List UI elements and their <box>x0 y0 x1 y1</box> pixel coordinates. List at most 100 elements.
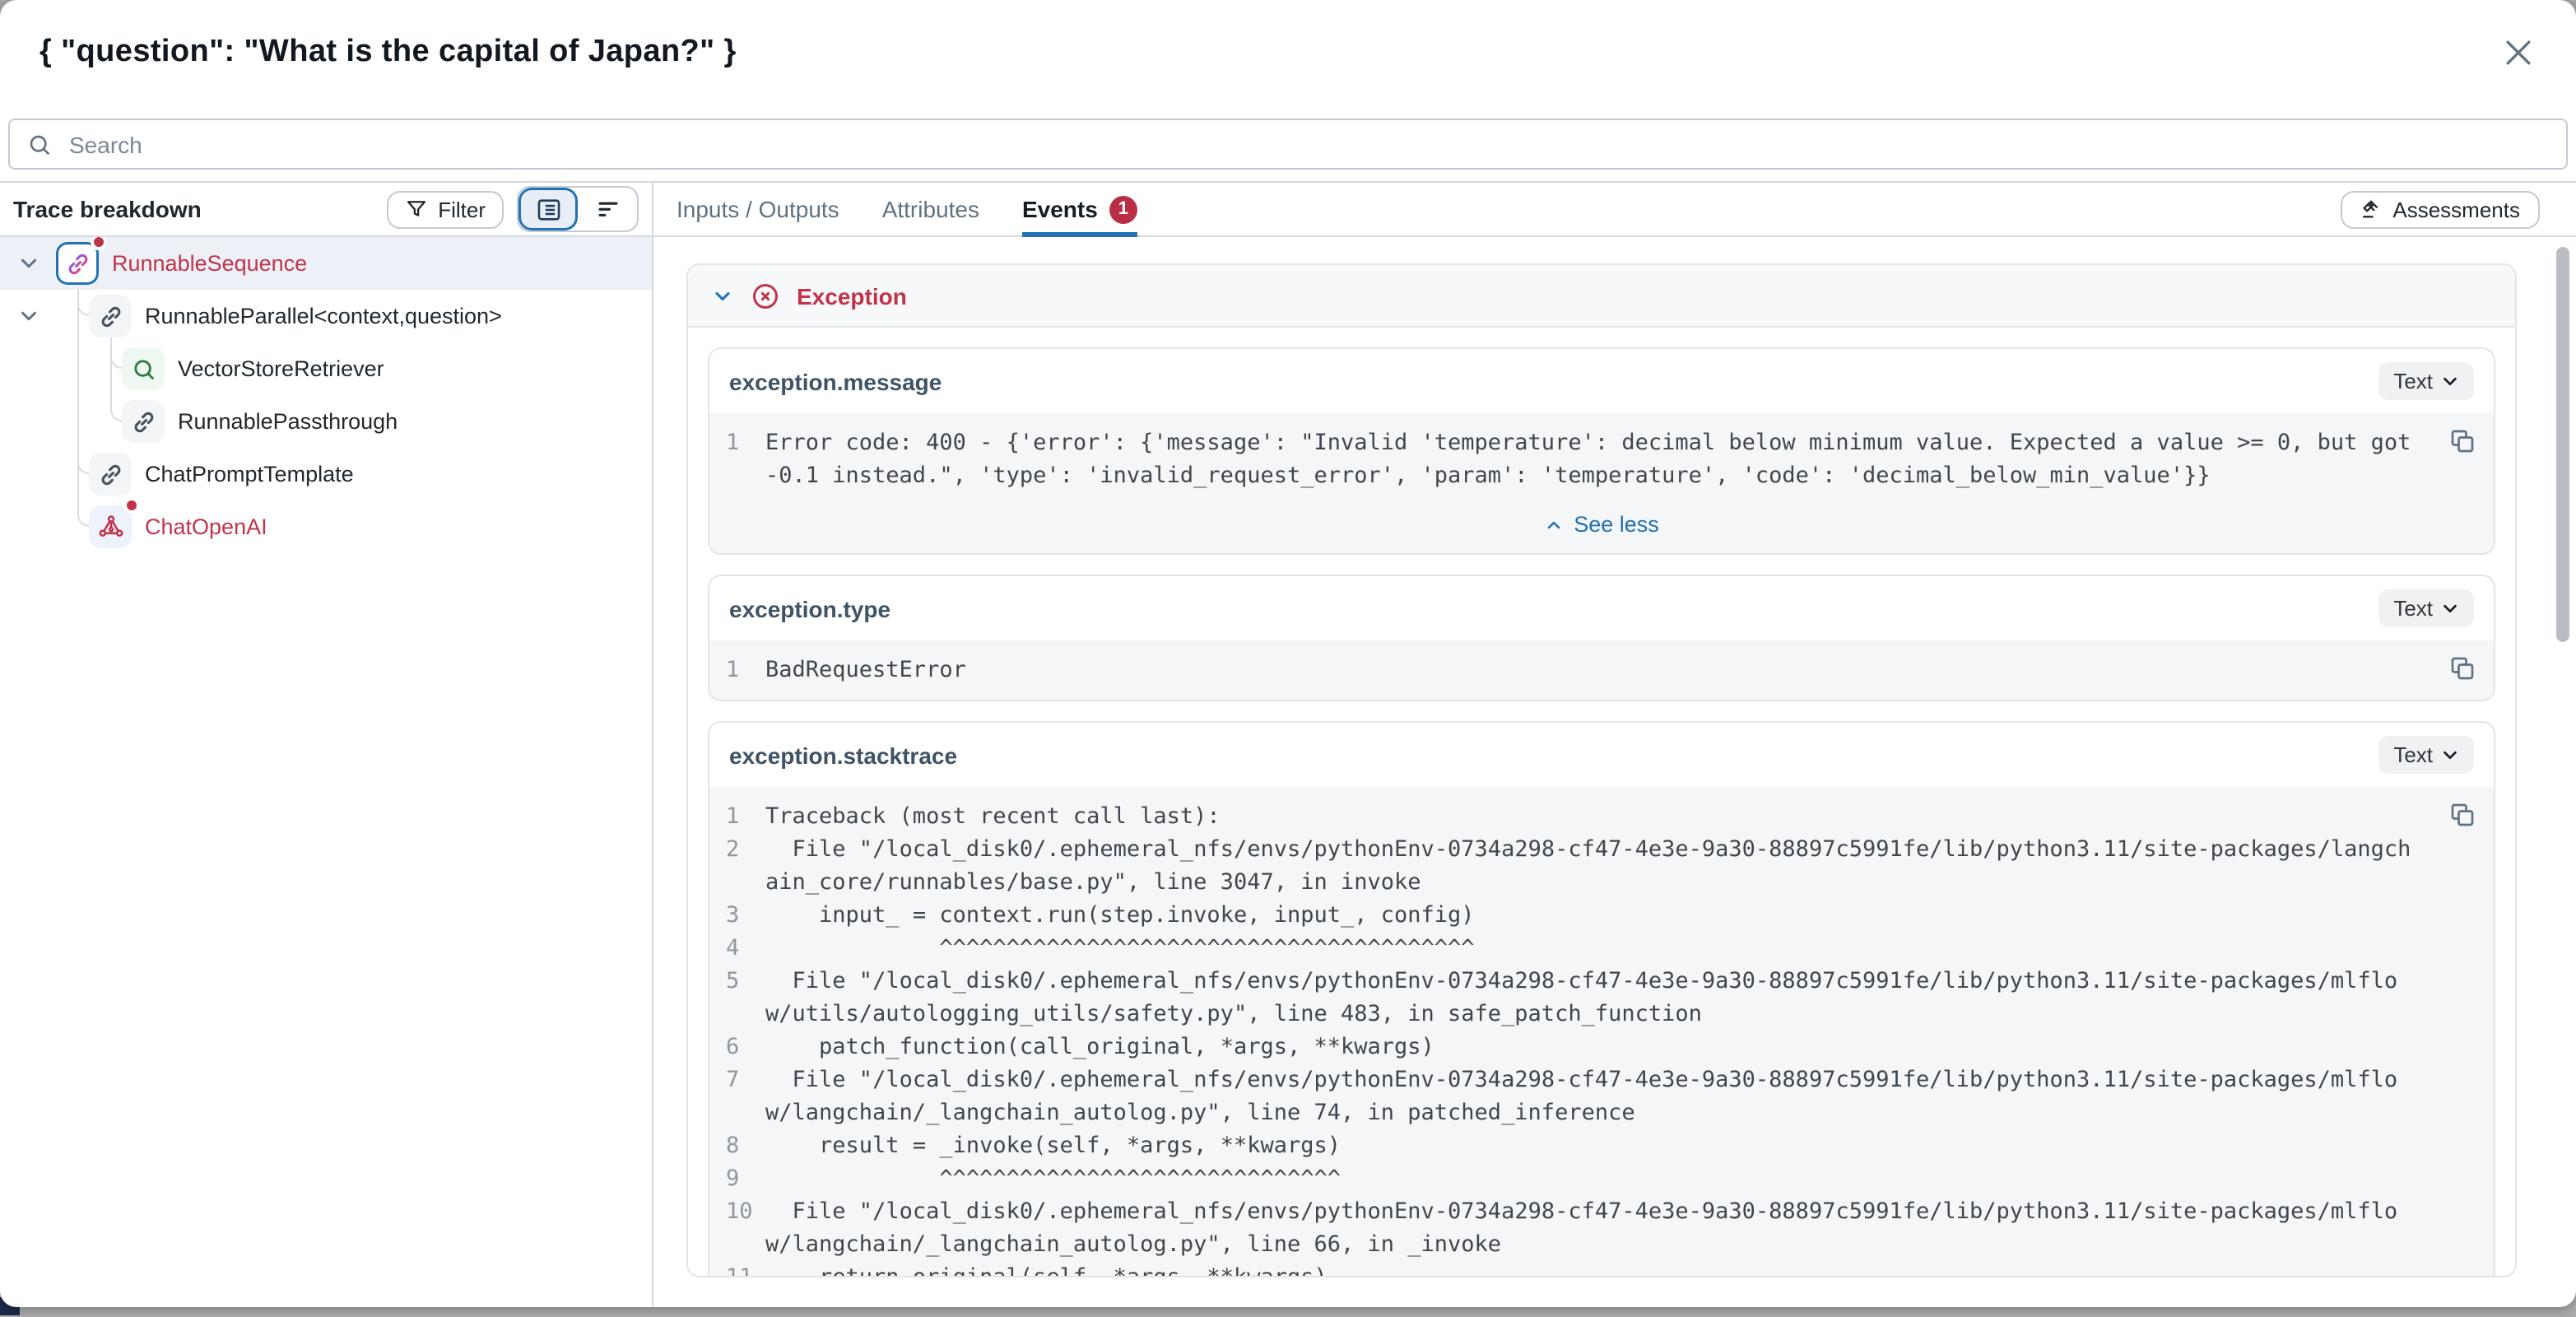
line-text: ^^^^^^^^^^^^^^^^^^^^^^^^^^^^^^ <box>765 1162 2418 1195</box>
attribute-name: exception.stacktrace <box>729 742 957 768</box>
format-dropdown[interactable]: Text <box>2378 589 2474 627</box>
tab-label: Inputs / Outputs <box>677 196 839 222</box>
filter-button-label: Filter <box>438 197 486 221</box>
tree-node-vectorstoreretriever[interactable]: VectorStoreRetriever <box>0 342 652 395</box>
attribute-name: exception.type <box>729 595 890 621</box>
trace-breakdown-header: Trace breakdown Filter <box>0 183 653 235</box>
detail-tabs: Inputs / Outputs Attributes Events 1 Ass… <box>653 183 2576 235</box>
exception-header[interactable]: Exception <box>688 265 2515 328</box>
event-attribute-card-exception-type: exception.type Text 1 BadRequestError <box>708 575 2495 701</box>
line-number: 1 <box>726 800 765 833</box>
line-number: 10 <box>726 1195 765 1261</box>
code-line: 9 ^^^^^^^^^^^^^^^^^^^^^^^^^^^^^^ <box>726 1162 2418 1195</box>
copy-icon[interactable] <box>2448 426 2477 456</box>
line-text: return original(self, *args, **kwargs) <box>765 1261 2418 1277</box>
funnel-icon <box>405 198 428 221</box>
tree-node-chatprompttemplate[interactable]: ChatPromptTemplate <box>0 448 652 500</box>
scrollbar-thumb[interactable] <box>2556 247 2569 642</box>
assessments-button[interactable]: Assessments <box>2340 190 2540 228</box>
line-number: 1 <box>726 654 765 686</box>
error-circle-icon <box>751 281 780 310</box>
close-icon[interactable] <box>2500 35 2536 71</box>
line-number: 6 <box>726 1031 765 1063</box>
code-block: 1 Error code: 400 - {'error': {'message'… <box>709 413 2494 505</box>
chevron-down-icon <box>2441 599 2459 617</box>
exception-container: Exception exception.message Text 1 Error… <box>686 263 2517 1277</box>
trace-modal: { "question": "What is the capital of Ja… <box>0 0 2576 1307</box>
code-block: 1 Traceback (most recent call last): 2 F… <box>709 787 2494 1277</box>
chevron-up-icon <box>1544 514 1564 534</box>
search-input[interactable] <box>66 129 2550 159</box>
format-dropdown[interactable]: Text <box>2378 362 2474 400</box>
tab-inputs-outputs[interactable]: Inputs / Outputs <box>677 183 839 235</box>
tree-node-runnablepassthrough[interactable]: RunnablePassthrough <box>0 395 652 448</box>
line-number: 8 <box>726 1129 765 1162</box>
page-title: { "question": "What is the capital of Ja… <box>40 35 737 71</box>
tree-node-runnablesequence[interactable]: RunnableSequence <box>0 237 652 290</box>
line-text: result = _invoke(self, *args, **kwargs) <box>765 1129 2418 1162</box>
chevron-down-icon[interactable] <box>16 251 41 276</box>
events-count-badge: 1 <box>1109 195 1137 223</box>
tree-node-runnableparallel-context-question[interactable]: RunnableParallel<context,question> <box>0 290 652 342</box>
tree-view-button[interactable] <box>518 188 578 230</box>
assessments-button-label: Assessments <box>2392 197 2520 221</box>
error-dot <box>123 497 140 514</box>
trace-tree: RunnableSequence RunnableParallel<contex… <box>0 237 652 553</box>
gavel-icon <box>2360 198 2383 221</box>
line-text: File "/local_disk0/.ephemeral_nfs/envs/p… <box>765 833 2418 899</box>
tab-label: Attributes <box>882 196 979 222</box>
chevron-down-icon <box>2441 746 2459 764</box>
chain-icon <box>56 242 99 285</box>
format-dropdown[interactable]: Text <box>2378 736 2474 774</box>
timeline-view-button[interactable] <box>578 188 637 230</box>
exception-title: Exception <box>797 282 907 309</box>
code-line: 3 input_ = context.run(step.invoke, inpu… <box>726 899 2418 932</box>
chain-icon <box>122 400 165 443</box>
code-line: 2 File "/local_disk0/.ephemeral_nfs/envs… <box>726 833 2418 899</box>
trace-tree-panel: RunnableSequence RunnableParallel<contex… <box>0 237 653 1307</box>
tab-events[interactable]: Events 1 <box>1022 183 1137 235</box>
chain-icon <box>89 295 132 337</box>
error-dot <box>91 237 107 250</box>
line-text: Error code: 400 - {'error': {'message': … <box>765 426 2418 492</box>
gantt-icon <box>593 195 621 223</box>
code-line: 11 return original(self, *args, **kwargs… <box>726 1261 2418 1277</box>
tab-attributes[interactable]: Attributes <box>882 183 979 235</box>
model-icon <box>89 505 132 548</box>
event-attribute-card-exception-stacktrace: exception.stacktrace Text 1 Traceback (m… <box>708 721 2495 1277</box>
line-text: File "/local_disk0/.ephemeral_nfs/envs/p… <box>765 1063 2418 1129</box>
line-number: 4 <box>726 932 765 965</box>
search-bar[interactable] <box>8 119 2568 170</box>
header-row: Trace breakdown Filter Inputs / Outputs <box>0 181 2576 237</box>
attribute-name: exception.message <box>729 368 942 394</box>
code-line: 8 result = _invoke(self, *args, **kwargs… <box>726 1129 2418 1162</box>
code-line: 7 File "/local_disk0/.ephemeral_nfs/envs… <box>726 1063 2418 1129</box>
line-text: ^^^^^^^^^^^^^^^^^^^^^^^^^^^^^^^^^^^^^^^^ <box>765 932 2418 965</box>
copy-icon[interactable] <box>2448 800 2477 830</box>
exception-sections: exception.message Text 1 Error code: 400… <box>688 328 2515 1277</box>
line-text: patch_function(call_original, *args, **k… <box>765 1031 2418 1063</box>
retriever-icon <box>122 347 165 390</box>
see-less-link[interactable]: See less <box>709 505 2494 553</box>
tree-node-chatopenai[interactable]: ChatOpenAI <box>0 500 652 553</box>
code-block: 1 BadRequestError <box>709 640 2494 700</box>
code-line: 6 patch_function(call_original, *args, *… <box>726 1031 2418 1063</box>
chevron-down-icon[interactable] <box>711 284 734 307</box>
tab-label: Events <box>1022 196 1098 222</box>
view-toggle <box>517 186 639 232</box>
event-attribute-card-exception-message: exception.message Text 1 Error code: 400… <box>708 347 2495 555</box>
code-line: 5 File "/local_disk0/.ephemeral_nfs/envs… <box>726 965 2418 1031</box>
body-row: RunnableSequence RunnableParallel<contex… <box>0 237 2576 1307</box>
detail-panel: Exception exception.message Text 1 Error… <box>653 237 2576 1307</box>
line-number: 3 <box>726 899 765 932</box>
search-icon <box>26 131 53 157</box>
line-text: File "/local_disk0/.ephemeral_nfs/envs/p… <box>765 1195 2418 1261</box>
line-text: Traceback (most recent call last): <box>765 800 2418 833</box>
trace-breakdown-title: Trace breakdown <box>13 196 202 222</box>
line-number: 7 <box>726 1063 765 1129</box>
copy-icon[interactable] <box>2448 654 2477 683</box>
filter-button[interactable]: Filter <box>387 190 504 228</box>
chevron-down-icon[interactable] <box>16 304 41 328</box>
modal-titlebar: { "question": "What is the capital of Ja… <box>0 0 2576 105</box>
code-line: 1 Traceback (most recent call last): <box>726 800 2418 833</box>
